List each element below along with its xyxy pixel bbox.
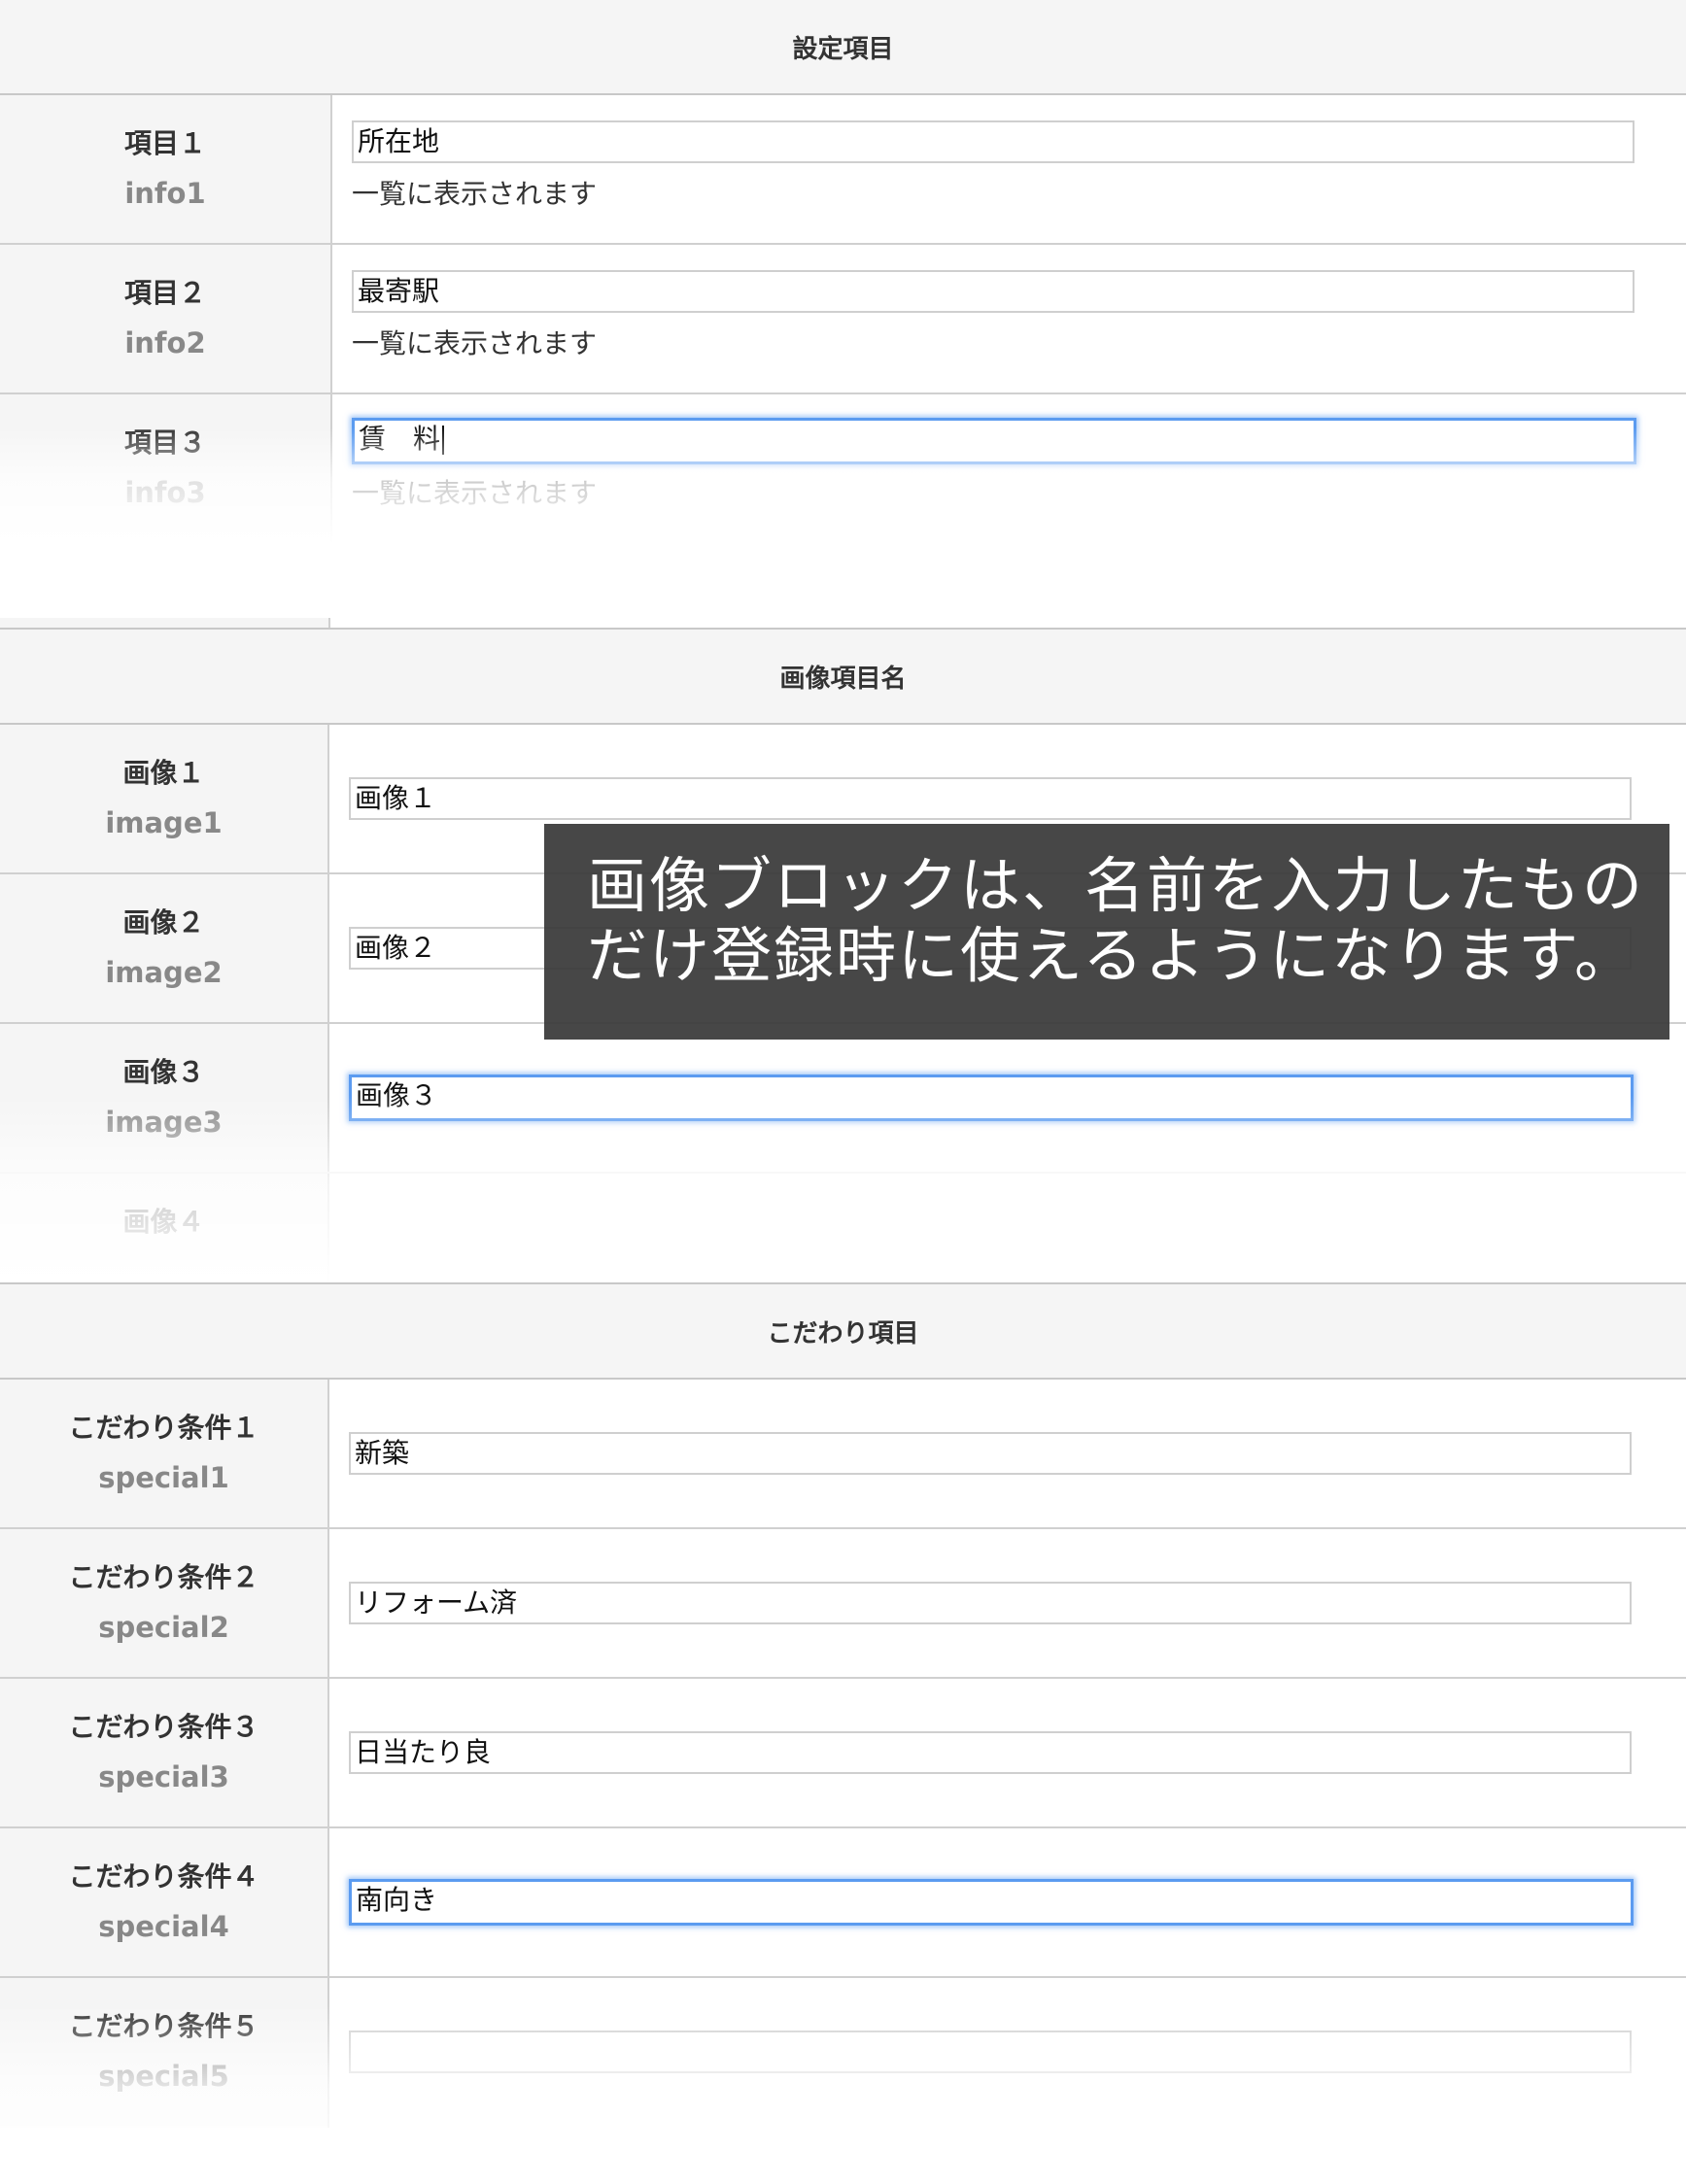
row-label: こだわり条件５ [68,2010,259,2042]
special-section: こだわり項目 こだわり条件１ special1 新築 こだわり条件２ speci… [0,1282,1686,2184]
row-label-cell: こだわり条件４ special4 [0,1828,329,1976]
special-row-1: こだわり条件１ special1 新築 [0,1380,1686,1529]
row-key: special5 [98,2060,229,2093]
caption-overlay: 画像ブロックは、名前を入力したもの だけ登録時に使えるようになります。 [544,824,1669,1040]
images-row-4: 画像４ [0,1174,1686,1284]
row-label: 画像３ [122,1056,205,1088]
row-label-cell: こだわり条件３ special3 [0,1679,329,1826]
special4-input[interactable]: 南向き [349,1879,1634,1926]
row-label-cell: 画像４ [0,1174,329,1284]
row-label-cell: 項目１ info1 [0,95,332,243]
info1-help-text: 一覧に表示されます [352,178,598,210]
info2-input[interactable]: 最寄駅 [352,270,1634,313]
row-label: 項目２ [123,277,206,309]
images-row-3: 画像３ image3 画像３ [0,1024,1686,1174]
special5-input[interactable] [349,2030,1632,2073]
row-key: special3 [98,1760,229,1793]
row-label-cell: こだわり条件５ special5 [0,1978,329,2128]
row-label-cell: 画像２ image2 [0,874,329,1022]
special-row-3: こだわり条件３ special3 日当たり良 [0,1679,1686,1828]
row-label: こだわり条件１ [68,1412,259,1444]
row-label: こだわり条件３ [68,1711,259,1743]
info1-input[interactable]: 所在地 [352,120,1634,163]
image3-input[interactable]: 画像３ [349,1075,1634,1121]
row-label-cell: 画像１ image1 [0,725,329,872]
settings-row-2: 項目２ info2 最寄駅 一覧に表示されます [0,245,1686,394]
special-row-4: こだわり条件４ special4 南向き [0,1828,1686,1978]
row-label: 画像２ [122,906,205,938]
special-row-5: こだわり条件５ special5 [0,1978,1686,2128]
row-label: こだわり条件２ [68,1561,259,1593]
special-section-header: こだわり項目 [0,1284,1686,1380]
caption-line-1: 画像ブロックは、名前を入力したもの [587,850,1645,921]
info2-help-text: 一覧に表示されます [352,327,598,359]
row-label-cell: 項目３ info3 [0,394,332,544]
row-label: 画像４ [122,1206,205,1238]
row-key: special1 [98,1461,229,1494]
text-caret [442,426,445,455]
label-column-remnant [0,618,330,628]
info3-input-value: 賃 料 [359,423,441,455]
row-label-cell: こだわり条件１ special1 [0,1380,329,1527]
row-key: info2 [124,326,206,359]
settings-row-3: 項目３ info3 賃 料 一覧に表示されます [0,394,1686,544]
special3-input[interactable]: 日当たり良 [349,1731,1632,1774]
row-key: image2 [105,956,223,989]
row-label: 項目３ [123,427,206,459]
settings-section: 設定項目 項目１ info1 所在地 一覧に表示されます 項目２ info2 最… [0,0,1686,544]
settings-section-header: 設定項目 [0,0,1686,95]
row-key: image3 [105,1106,223,1139]
row-key: special4 [98,1910,229,1943]
row-key: info1 [124,177,206,210]
settings-row-1: 項目１ info1 所在地 一覧に表示されます [0,95,1686,245]
special2-input[interactable]: リフォーム済 [349,1582,1632,1624]
row-key: special2 [98,1611,229,1644]
row-label-cell: 画像３ image3 [0,1024,329,1172]
row-label: 項目１ [123,127,206,159]
special-row-2: こだわり条件２ special2 リフォーム済 [0,1529,1686,1679]
row-label: 画像１ [122,757,205,789]
info3-input[interactable]: 賃 料 [352,418,1636,464]
row-key: info3 [124,476,206,509]
row-label: こだわり条件４ [68,1860,259,1893]
special1-input[interactable]: 新築 [349,1432,1632,1475]
images-section-header: 画像項目名 [0,630,1686,725]
caption-line-2: だけ登録時に使えるようになります。 [587,920,1636,991]
row-label-cell: 項目２ info2 [0,245,332,392]
info3-help-text: 一覧に表示されます [352,477,598,509]
row-label-cell: こだわり条件２ special2 [0,1529,329,1677]
image1-input[interactable]: 画像１ [349,777,1632,820]
row-key: image1 [105,806,223,839]
